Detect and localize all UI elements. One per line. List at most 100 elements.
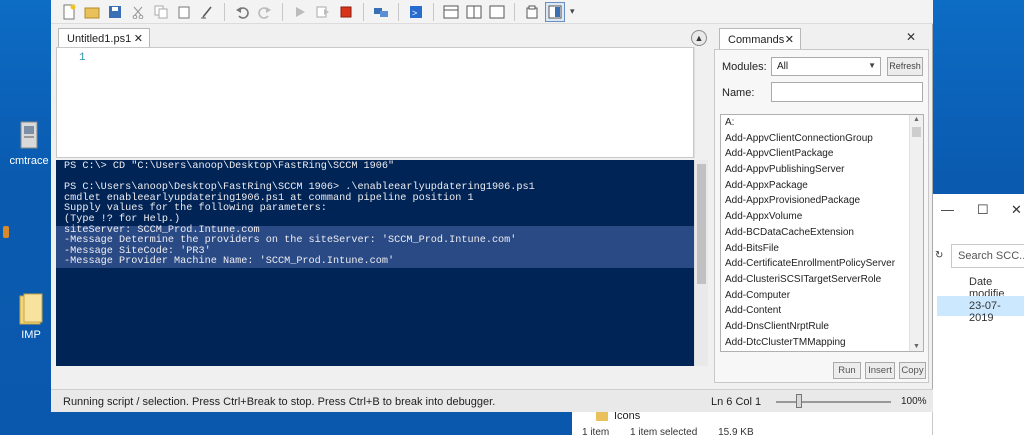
minimize-icon[interactable]: — (941, 202, 954, 217)
scroll-down-icon[interactable]: ▼ (913, 343, 920, 350)
show-script-top-button[interactable] (441, 2, 461, 22)
maximize-icon[interactable]: ☐ (977, 202, 989, 218)
console-line-selected: -Message Provider Machine Name: 'SCCM_Pr… (56, 257, 694, 268)
run-script-button[interactable] (290, 2, 310, 22)
stop-button[interactable] (336, 2, 356, 22)
name-filter-input[interactable] (771, 82, 923, 102)
save-button[interactable] (105, 2, 125, 22)
list-item[interactable]: Add-Content (721, 303, 923, 319)
collapse-script-pane-button[interactable]: ▲ (691, 30, 707, 46)
list-item[interactable]: Add-ClusteriSCSITargetServerRole (721, 272, 923, 288)
command-list-scrollbar[interactable]: ▲ ▼ (909, 115, 923, 351)
scissors-icon (132, 6, 144, 19)
paste-icon (178, 6, 190, 18)
close-tab-icon[interactable]: ✕ (785, 33, 794, 46)
command-addon-icon (548, 5, 562, 18)
list-item[interactable]: Add-AppvClientConnectionGroup (721, 131, 923, 147)
list-item[interactable]: Add-DtcClusterTMMapping (721, 335, 923, 351)
show-script-maximized-button[interactable] (487, 2, 507, 22)
layout-right-icon (466, 5, 482, 18)
list-item[interactable]: Add-BCDataCacheExtension (721, 225, 923, 241)
modules-select[interactable]: All ▼ (771, 57, 881, 76)
list-item[interactable]: Add-Computer (721, 288, 923, 304)
run-button[interactable]: Run (833, 362, 861, 379)
zoom-slider[interactable] (776, 401, 891, 403)
toolbar-separator (514, 2, 515, 21)
paste-button[interactable] (174, 2, 194, 22)
clear-console-button[interactable] (197, 2, 217, 22)
explorer-status-bar: 1 item 1 item selected 15.9 KB (582, 427, 772, 435)
scrollbar-thumb[interactable] (697, 164, 706, 284)
folder-icon (19, 293, 43, 325)
command-window-icon (526, 5, 538, 18)
scrollbar-thumb[interactable] (912, 127, 921, 137)
status-message: Running script / selection. Press Ctrl+B… (63, 396, 496, 408)
status-item-count: 1 item (582, 427, 610, 435)
list-item[interactable]: Add-AppxVolume (721, 209, 923, 225)
script-scrollbar[interactable] (694, 47, 708, 158)
list-item[interactable]: Add-BitsFile (721, 241, 923, 257)
desktop-icon-label: IMP (21, 329, 41, 341)
list-item[interactable]: Add-AppvClientPackage (721, 146, 923, 162)
scroll-up-icon[interactable]: ▲ (913, 116, 920, 123)
close-icon[interactable]: ✕ (1011, 202, 1022, 218)
cmtrace-icon (20, 121, 38, 149)
cut-button[interactable] (128, 2, 148, 22)
toolbar-separator (433, 2, 434, 21)
new-file-button[interactable] (59, 2, 79, 22)
chevron-up-icon: ▲ (694, 33, 704, 43)
status-size: 15.9 KB (718, 427, 754, 435)
layout-max-icon (489, 5, 505, 18)
tab-commands[interactable]: Commands ✕ (719, 28, 801, 50)
open-button[interactable] (82, 2, 102, 22)
chevron-down-icon: ▼ (868, 61, 876, 70)
list-item[interactable]: Add-AppxProvisionedPackage (721, 193, 923, 209)
console-pane[interactable]: PS C:\> CD "C:\Users\anoop\Desktop\FastR… (56, 160, 694, 366)
close-tab-icon[interactable]: ✕ (134, 32, 143, 45)
tab-untitled1[interactable]: Untitled1.ps1 ✕ (58, 28, 150, 48)
show-script-right-button[interactable] (464, 2, 484, 22)
refresh-icon[interactable]: ↻ (935, 250, 943, 261)
list-item[interactable]: A: (721, 115, 923, 131)
console-scrollbar[interactable] (694, 160, 708, 366)
explorer-search-input[interactable]: Search SCC... (951, 244, 1024, 268)
toolbar-separator (224, 2, 225, 21)
name-label: Name: (722, 87, 755, 99)
desktop-icon-imp[interactable]: IMP (8, 292, 54, 341)
console-line: (Type !? for Help.) (64, 213, 181, 225)
line-number: 1 (79, 52, 86, 64)
script-editor[interactable]: 1 (56, 47, 694, 158)
status-bar: Running script / selection. Press Ctrl+B… (51, 389, 933, 412)
remote-powershell-button[interactable] (371, 2, 391, 22)
zoom-slider-thumb[interactable] (796, 394, 802, 408)
desktop-icon-cmtrace[interactable]: cmtrace (6, 120, 52, 167)
redo-button[interactable] (255, 2, 275, 22)
powershell-console-button[interactable]: > (406, 2, 426, 22)
show-command-addon-button[interactable] (545, 1, 565, 22)
copy-button[interactable] (151, 2, 171, 22)
refresh-button[interactable]: Refresh (887, 57, 923, 76)
show-command-window-button[interactable] (522, 2, 542, 22)
close-icon[interactable]: ✕ (906, 30, 916, 44)
list-item[interactable]: Add-DnsClientNrptRule (721, 319, 923, 335)
list-item[interactable]: Add-CertificateEnrollmentPolicyServer (721, 256, 923, 272)
powershell-icon: > (410, 5, 422, 18)
toolbar-overflow-icon[interactable]: ▾ (570, 6, 575, 17)
copy-button[interactable]: Copy (899, 362, 926, 379)
list-item[interactable]: Add-AppvPublishingServer (721, 162, 923, 178)
run-selection-icon (316, 6, 329, 17)
commands-pane: Modules: All ▼ Refresh Name: A: Add-Appv… (714, 49, 929, 383)
undo-button[interactable] (232, 2, 252, 22)
script-tab-bar: Untitled1.ps1 ✕ (56, 28, 711, 48)
layout-top-icon (443, 5, 459, 18)
remote-icon (374, 7, 388, 17)
commands-tab-bar: Commands ✕ (714, 28, 926, 50)
insert-button[interactable]: Insert (865, 362, 895, 379)
command-list[interactable]: A: Add-AppvClientConnectionGroup Add-App… (720, 114, 924, 352)
copy-icon (154, 5, 168, 18)
explorer-window: — ☐ ✕ ↻ Search SCC... Date modifie 23-07… (932, 194, 1024, 435)
list-item[interactable]: Add-AppxPackage (721, 178, 923, 194)
run-selection-button[interactable] (313, 2, 333, 22)
status-selected-count: 1 item selected (630, 427, 698, 435)
modules-select-value: All (777, 61, 789, 72)
